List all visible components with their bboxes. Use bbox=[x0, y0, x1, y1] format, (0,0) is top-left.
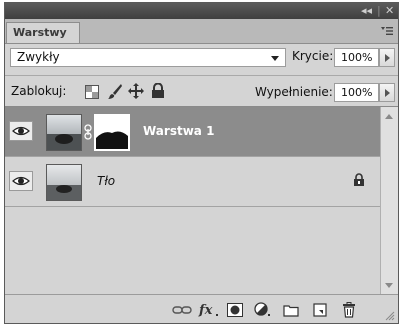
close-panel-icon[interactable]: ✕ bbox=[385, 4, 394, 18]
fill-slider-button[interactable] bbox=[379, 83, 395, 102]
layers-panel: ◂◂ | ✕ Warstwy Zwykły Krycie: 100% Zablo… bbox=[4, 2, 399, 324]
eye-icon bbox=[12, 126, 30, 136]
arrow-right-icon bbox=[385, 89, 390, 97]
new-layer-icon bbox=[313, 303, 327, 317]
mask-icon bbox=[227, 303, 243, 317]
blend-mode-select[interactable]: Zwykły bbox=[10, 48, 286, 67]
visibility-toggle[interactable] bbox=[9, 121, 33, 141]
panel-bottom-toolbar: fx bbox=[5, 294, 398, 323]
fill-field[interactable]: 100% bbox=[334, 83, 379, 102]
collapse-panel-icon[interactable]: ◂◂ bbox=[361, 4, 372, 18]
layer-thumbnail bbox=[46, 164, 82, 201]
layer-mask-thumbnail[interactable] bbox=[94, 114, 130, 151]
lock-pixels-brush-icon[interactable] bbox=[107, 83, 123, 100]
lock-label: Zablokuj: bbox=[11, 84, 67, 98]
add-mask-button[interactable] bbox=[224, 300, 246, 320]
panel-titlebar: ◂◂ | ✕ bbox=[5, 3, 398, 19]
scroll-up-icon[interactable] bbox=[385, 114, 393, 119]
adjustment-icon bbox=[254, 302, 270, 316]
new-layer-button[interactable] bbox=[309, 300, 331, 320]
adjustment-layer-button[interactable] bbox=[252, 300, 274, 320]
fx-icon: fx bbox=[198, 303, 218, 318]
divider bbox=[5, 75, 398, 76]
layer-row[interactable]: Tło bbox=[5, 157, 380, 207]
lock-all-icon[interactable] bbox=[151, 83, 165, 99]
link-icon bbox=[172, 306, 192, 314]
layer-name[interactable]: Warstwa 1 bbox=[143, 123, 214, 139]
panel-tab-row: Warstwy bbox=[5, 19, 398, 44]
lock-transparency-icon[interactable] bbox=[85, 85, 99, 99]
add-style-button[interactable]: fx bbox=[198, 300, 220, 320]
dropdown-arrow-icon bbox=[271, 56, 279, 61]
tab-layers[interactable]: Warstwy bbox=[6, 22, 80, 43]
blend-row: Zwykły Krycie: 100% bbox=[5, 45, 398, 71]
link-layers-button[interactable] bbox=[171, 300, 193, 320]
opacity-label: Krycie: bbox=[292, 49, 334, 63]
layer-locked-icon bbox=[354, 173, 364, 186]
eye-icon bbox=[12, 176, 30, 186]
folder-icon bbox=[283, 304, 299, 317]
layer-thumbnail bbox=[46, 114, 82, 151]
resize-grip-icon[interactable] bbox=[385, 311, 395, 321]
lock-position-move-icon[interactable] bbox=[128, 83, 144, 99]
fill-label: Wypełnienie: bbox=[255, 85, 333, 99]
opacity-slider-button[interactable] bbox=[379, 48, 395, 67]
visibility-toggle[interactable] bbox=[9, 171, 33, 191]
layer-name[interactable]: Tło bbox=[97, 173, 115, 189]
layer-row[interactable]: Warstwa 1 bbox=[5, 107, 380, 157]
layers-list: Warstwa 1 Tło bbox=[5, 107, 380, 294]
blend-mode-value: Zwykły bbox=[17, 50, 60, 64]
new-group-button[interactable] bbox=[280, 300, 302, 320]
trash-icon bbox=[343, 302, 355, 318]
arrow-right-icon bbox=[385, 54, 390, 62]
mask-link-icon[interactable] bbox=[84, 124, 92, 140]
lock-row: Zablokuj: Wypełnienie: 100% bbox=[5, 78, 398, 104]
delete-layer-button[interactable] bbox=[338, 300, 360, 320]
svg-text:fx: fx bbox=[198, 303, 213, 318]
opacity-field[interactable]: 100% bbox=[334, 48, 379, 67]
layers-scrollbar[interactable] bbox=[380, 107, 398, 294]
scroll-down-icon[interactable] bbox=[385, 283, 393, 288]
titlebar-separator: | bbox=[377, 4, 381, 17]
panel-menu-icon[interactable] bbox=[381, 25, 393, 37]
